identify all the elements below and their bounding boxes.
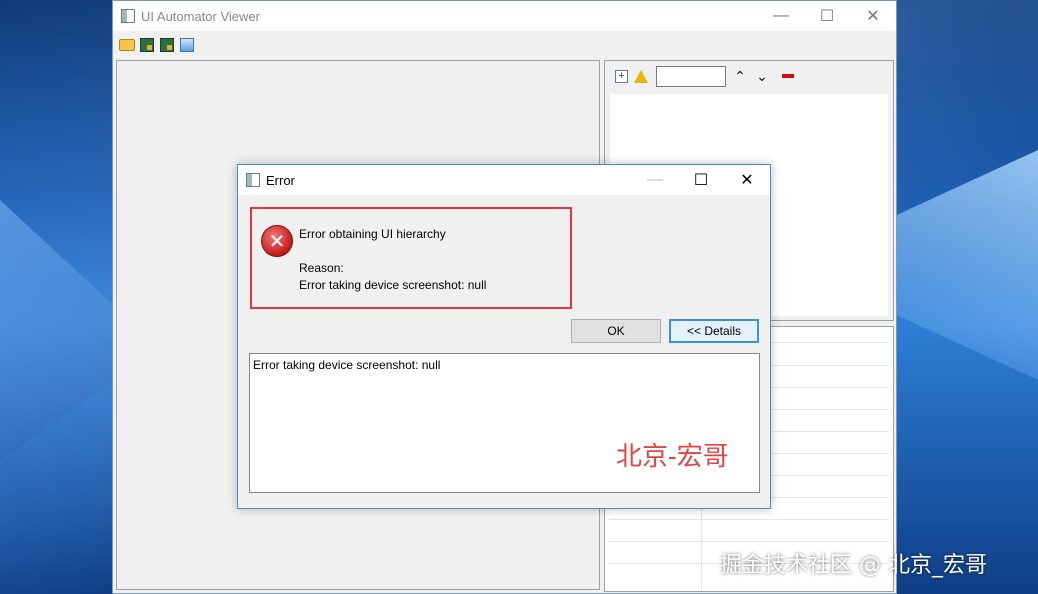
dialog-titlebar[interactable]: Error — ☐ ✕ — [238, 165, 770, 195]
error-reason-label: Reason: — [299, 261, 344, 275]
device-screenshot-compressed-icon[interactable] — [159, 37, 175, 53]
main-window-title: UI Automator Viewer — [141, 8, 260, 24]
main-toolbar — [113, 31, 896, 59]
error-message-highlight: ✕ Error obtaining UI hierarchy Reason: E… — [250, 207, 572, 309]
hierarchy-toolbar: + ⌃ ⌄ — [605, 61, 893, 91]
dialog-window-controls: — ☐ ✕ — [632, 165, 770, 195]
site-watermark: 掘金技术社区 @ 北京_宏哥 — [720, 553, 987, 578]
app-icon — [121, 9, 135, 23]
minimize-button[interactable]: — — [758, 1, 804, 31]
filter-input[interactable] — [656, 65, 726, 87]
error-dialog: Error — ☐ ✕ ✕ Error obtaining UI hierarc… — [237, 164, 771, 509]
next-match-button[interactable]: ⌄ — [754, 68, 770, 85]
details-text: Error taking device screenshot: null — [253, 358, 441, 372]
close-button[interactable]: ✕ — [850, 1, 896, 31]
error-icon: ✕ — [261, 225, 293, 257]
main-titlebar[interactable]: UI Automator Viewer — ☐ ✕ — [113, 1, 896, 31]
details-toggle-button[interactable]: << Details — [669, 319, 759, 343]
warning-icon[interactable] — [634, 69, 648, 83]
table-row-line — [609, 541, 889, 542]
expand-all-icon[interactable]: + — [615, 69, 628, 83]
wallpaper-light-beam-left — [0, 200, 112, 460]
ok-button[interactable]: OK — [571, 319, 661, 343]
main-window-controls: — ☐ ✕ — [758, 1, 896, 31]
dialog-close-button[interactable]: ✕ — [724, 165, 770, 195]
author-watermark: 北京-宏哥 — [616, 442, 729, 472]
save-icon[interactable] — [179, 37, 195, 53]
dialog-title: Error — [266, 172, 295, 188]
dialog-maximize-button[interactable]: ☐ — [678, 165, 724, 195]
dialog-minimize-button: — — [647, 171, 663, 188]
error-reason-text: Error taking device screenshot: null — [299, 278, 487, 292]
table-row-line — [609, 519, 889, 520]
error-message-title: Error obtaining UI hierarchy — [299, 227, 446, 241]
device-screenshot-icon[interactable] — [139, 37, 155, 53]
dialog-app-icon — [246, 173, 260, 187]
maximize-button[interactable]: ☐ — [804, 1, 850, 31]
clear-filter-icon[interactable] — [782, 74, 794, 78]
wallpaper-light-beam — [888, 150, 1038, 380]
previous-match-button[interactable]: ⌃ — [732, 68, 748, 85]
open-folder-icon[interactable] — [119, 37, 135, 53]
